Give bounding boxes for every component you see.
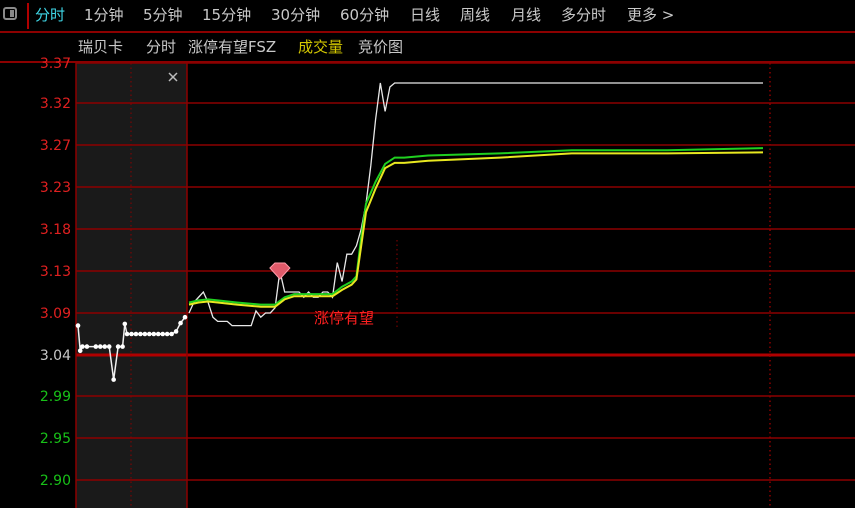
toolbar-divider bbox=[27, 3, 29, 29]
tab-weekly[interactable]: 周线 bbox=[460, 6, 490, 24]
panel-toggle-icon-half bbox=[10, 10, 14, 17]
auction-point bbox=[133, 331, 139, 337]
auction-point bbox=[182, 314, 188, 320]
auction-point bbox=[173, 329, 179, 334]
y-tick-label: 3.32 bbox=[40, 96, 71, 112]
auction-point bbox=[111, 377, 116, 382]
auction-point bbox=[124, 331, 130, 337]
stock-name: 瑞贝卡 bbox=[78, 38, 124, 56]
auction-point bbox=[106, 344, 112, 349]
y-tick-label: 2.99 bbox=[40, 389, 71, 405]
auction-price-line bbox=[77, 316, 186, 380]
auction-point bbox=[75, 323, 81, 328]
auction-point bbox=[164, 331, 170, 337]
auction-point bbox=[169, 331, 174, 337]
auction-point bbox=[155, 331, 161, 337]
auction-point bbox=[80, 344, 85, 349]
avg-price-line-2 bbox=[188, 151, 764, 308]
auction-point bbox=[138, 331, 143, 337]
y-tick-label: 3.04 bbox=[40, 348, 71, 364]
y-tick-label: 3.23 bbox=[40, 180, 71, 196]
tab-1min[interactable]: 1分钟 bbox=[84, 6, 124, 24]
signal-label: 涨停有望 bbox=[314, 309, 374, 327]
tab-daily[interactable]: 日线 bbox=[410, 6, 440, 24]
tab-5min[interactable]: 5分钟 bbox=[143, 6, 183, 24]
chart-title-row: 瑞贝卡 分时 涨停有望FSZ 成交量 竞价图 bbox=[0, 33, 855, 63]
auction-point bbox=[129, 331, 134, 337]
auction-point bbox=[122, 321, 128, 327]
panel-toggle-icon[interactable] bbox=[3, 7, 17, 20]
tab-monthly[interactable]: 月线 bbox=[511, 6, 541, 24]
y-tick-label: 3.18 bbox=[40, 222, 71, 238]
auction-point bbox=[115, 344, 121, 349]
tab-60min[interactable]: 60分钟 bbox=[340, 6, 389, 24]
y-tick-label: 3.09 bbox=[40, 306, 71, 322]
y-tick-label: 2.95 bbox=[40, 431, 71, 447]
auction-point bbox=[151, 331, 157, 337]
volume-label[interactable]: 成交量 bbox=[298, 38, 343, 56]
diamond-signal-icon bbox=[269, 262, 291, 280]
period-toolbar: 分时 1分钟 5分钟 15分钟 30分钟 60分钟 日线 周线 月线 多分时 更… bbox=[0, 0, 855, 33]
auction-chart-label[interactable]: 竞价图 bbox=[358, 38, 403, 56]
auction-point bbox=[120, 344, 125, 349]
tab-more[interactable]: 更多 > bbox=[627, 6, 674, 24]
chart-type-label: 分时 bbox=[146, 38, 177, 56]
auction-point bbox=[84, 344, 90, 349]
tab-15min[interactable]: 15分钟 bbox=[202, 6, 251, 24]
close-icon[interactable] bbox=[168, 72, 178, 82]
y-tick-label: 3.13 bbox=[40, 264, 71, 280]
close-icon[interactable] bbox=[168, 72, 178, 82]
avg-price-line bbox=[188, 147, 764, 306]
indicator-label[interactable]: 涨停有望FSZ bbox=[188, 38, 276, 56]
intraday-chart[interactable]: 3.373.323.273.233.183.133.093.042.992.95… bbox=[0, 0, 855, 508]
auction-area bbox=[76, 63, 187, 508]
auction-point bbox=[93, 344, 99, 349]
tab-fenshi[interactable]: 分时 bbox=[35, 6, 65, 24]
auction-point bbox=[160, 331, 166, 337]
auction-point bbox=[102, 344, 108, 349]
auction-point bbox=[77, 348, 83, 354]
price-line bbox=[188, 82, 763, 327]
auction-point bbox=[178, 320, 183, 326]
auction-point bbox=[142, 331, 148, 337]
auction-point bbox=[147, 331, 152, 337]
tab-30min[interactable]: 30分钟 bbox=[271, 6, 320, 24]
auction-point bbox=[97, 344, 103, 349]
y-tick-label: 3.27 bbox=[40, 138, 71, 154]
y-tick-label: 2.90 bbox=[40, 473, 71, 489]
tab-multi-fenshi[interactable]: 多分时 bbox=[561, 6, 606, 24]
